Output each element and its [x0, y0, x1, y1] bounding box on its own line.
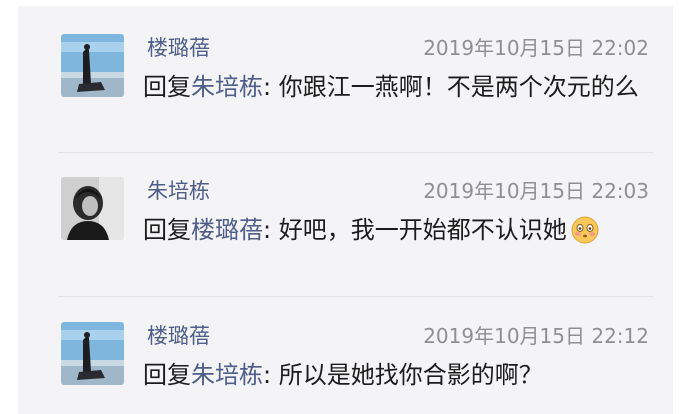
- comment-author[interactable]: 楼璐蓓: [147, 320, 210, 350]
- avatar-beach-photo-icon: [61, 322, 124, 385]
- reply-prefix: 回复: [143, 361, 191, 389]
- shy-face-emoji-icon: [571, 216, 599, 244]
- divider: [58, 296, 653, 297]
- mention-link[interactable]: 朱培栋: [191, 361, 263, 389]
- comment-timestamp: 2019年10月15日 22:12: [423, 324, 649, 348]
- reply-prefix: 回复: [143, 216, 191, 244]
- comment-text: : 所以是她找你合影的啊？: [263, 361, 543, 389]
- comment-body: 回复朱培栋: 所以是她找你合影的啊？: [143, 357, 649, 394]
- comment-body: 回复朱培栋: 你跟江一燕啊！不是两个次元的么: [143, 69, 649, 106]
- comment-timestamp: 2019年10月15日 22:02: [423, 36, 649, 60]
- comment-text: : 你跟江一燕啊！不是两个次元的么: [263, 73, 639, 101]
- comment-timestamp: 2019年10月15日 22:03: [423, 179, 649, 203]
- page-margin: [673, 0, 690, 414]
- avatar[interactable]: [61, 34, 124, 97]
- comment-thread: 楼璐蓓 2019年10月15日 22:02 回复朱培栋: 你跟江一燕啊！不是两个…: [18, 6, 673, 414]
- mention-link[interactable]: 楼璐蓓: [191, 216, 263, 244]
- avatar-portrait-photo-icon: [61, 177, 124, 240]
- avatar[interactable]: [61, 322, 124, 385]
- comment-author[interactable]: 楼璐蓓: [147, 32, 210, 62]
- comment-body: 回复楼璐蓓: 好吧，我一开始都不认识她: [143, 212, 649, 249]
- reply-prefix: 回复: [143, 73, 191, 101]
- divider: [58, 152, 653, 153]
- avatar-beach-photo-icon: [61, 34, 124, 97]
- comment-author[interactable]: 朱培栋: [147, 175, 210, 205]
- comment-text: : 好吧，我一开始都不认识她: [263, 216, 567, 244]
- mention-link[interactable]: 朱培栋: [191, 73, 263, 101]
- avatar[interactable]: [61, 177, 124, 240]
